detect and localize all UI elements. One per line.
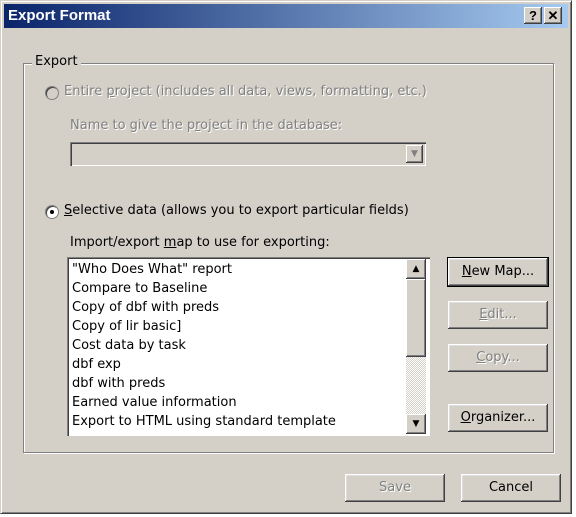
project-name-combo[interactable]: ▼ xyxy=(70,142,426,166)
entire-project-radio[interactable] xyxy=(46,87,58,99)
entire-project-label: Entire project (includes all data, views… xyxy=(64,84,427,99)
close-button[interactable]: ✕ xyxy=(544,7,562,24)
scroll-down-icon[interactable]: ▼ xyxy=(406,414,426,434)
map-listbox[interactable]: "Who Does What" report Compare to Baseli… xyxy=(67,257,430,436)
list-item[interactable]: Compare to Baseline xyxy=(72,279,207,298)
list-item[interactable]: dbf exp xyxy=(72,355,121,374)
new-map-button[interactable]: New Map... xyxy=(447,257,549,287)
cancel-button[interactable]: Cancel xyxy=(461,474,561,502)
list-item[interactable]: dbf with preds xyxy=(72,374,165,393)
export-group-legend: Export xyxy=(32,54,81,69)
chevron-down-icon[interactable]: ▼ xyxy=(406,145,423,163)
list-item[interactable]: Copy of dbf with preds xyxy=(72,298,219,317)
selective-data-label: Selective data (allows you to export par… xyxy=(64,203,409,218)
list-item[interactable]: "Who Does What" report xyxy=(72,260,232,279)
dialog-title: Export Format xyxy=(8,7,111,24)
selective-data-radio[interactable] xyxy=(46,206,58,218)
organizer-button[interactable]: Organizer... xyxy=(448,404,548,432)
scroll-up-icon[interactable]: ▲ xyxy=(406,259,426,279)
list-item[interactable]: Cost data by task xyxy=(72,336,186,355)
title-bar[interactable]: Export Format ? ✕ xyxy=(4,4,568,28)
list-item[interactable]: Export to HTML using standard template xyxy=(72,412,336,431)
export-format-dialog: Export Format ? ✕ Export Entire project … xyxy=(0,0,572,514)
list-item[interactable]: Copy of lir basic] xyxy=(72,317,181,336)
list-item[interactable]: Earned value information xyxy=(72,393,237,412)
scrollbar-thumb[interactable] xyxy=(406,279,426,357)
project-name-label: Name to give the project in the database… xyxy=(70,118,343,133)
map-list-scrollbar[interactable]: ▲ ▼ xyxy=(406,259,426,434)
save-button[interactable]: Save xyxy=(345,474,445,502)
map-list-label: Import/export map to use for exporting: xyxy=(70,235,330,250)
edit-button[interactable]: Edit... xyxy=(448,301,548,329)
radio-selected-dot xyxy=(50,210,54,214)
copy-button[interactable]: Copy... xyxy=(448,344,548,372)
help-button[interactable]: ? xyxy=(524,7,542,24)
